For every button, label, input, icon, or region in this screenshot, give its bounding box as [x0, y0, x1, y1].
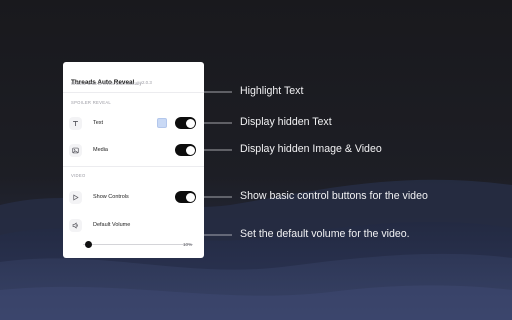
popup-header: Threads Auto Reveal v2.0.3 [71, 71, 152, 89]
toggle-knob [185, 192, 195, 202]
volume-value: 10% [183, 242, 193, 247]
highlight-color-swatch[interactable] [157, 118, 167, 128]
text-reveal-toggle[interactable] [175, 117, 196, 129]
speaker-icon [69, 219, 82, 232]
text-type-icon [69, 117, 82, 130]
divider [63, 166, 204, 167]
callout-hidden-media: Display hidden Image & Video [240, 143, 382, 155]
callout-video-controls: Show basic control buttons for the video [240, 190, 428, 202]
section-video: VIDEO [71, 173, 86, 178]
default-volume-label: Default Volume [93, 222, 131, 228]
text-label: Text [93, 120, 104, 126]
toggle-knob [185, 145, 195, 155]
volume-slider-track[interactable] [83, 244, 193, 245]
callout-highlight-text: Highlight Text [240, 85, 304, 97]
row-default-volume: Default Volume [63, 217, 204, 233]
media-reveal-toggle[interactable] [175, 144, 196, 156]
show-controls-toggle[interactable] [175, 191, 196, 203]
show-controls-label: Show Controls [93, 194, 129, 200]
callout-hidden-text: Display hidden Text [240, 116, 332, 128]
image-icon [69, 144, 82, 157]
toggle-knob [185, 118, 195, 128]
extension-popup: Threads Auto Reveal v2.0.3 Choose what t… [63, 62, 204, 258]
section-spoiler-reveal: SPOILER REVEAL [71, 100, 112, 105]
volume-slider-handle[interactable] [85, 241, 92, 248]
divider [63, 92, 204, 93]
app-subtitle: Choose what to reveal automatically [71, 81, 142, 86]
play-icon [69, 191, 82, 204]
media-label: Media [93, 147, 108, 153]
callout-default-volume: Set the default volume for the video. [240, 228, 410, 240]
